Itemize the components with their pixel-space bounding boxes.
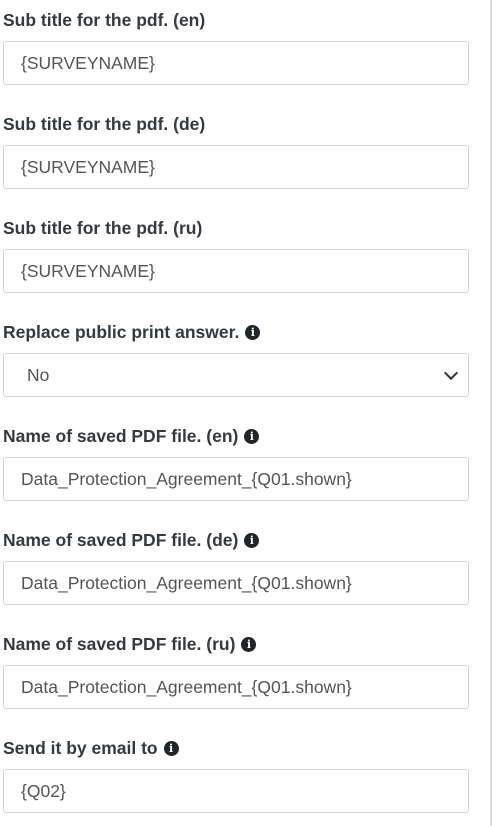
subtitle-ru-label: Sub title for the pdf. (ru) [3, 217, 470, 239]
info-icon[interactable] [244, 532, 260, 548]
info-icon[interactable] [241, 636, 257, 652]
subtitle-de-value: {SURVEYNAME} [21, 156, 155, 177]
subtitle-en-group: Sub title for the pdf. (en) {SURVEYNAME} [3, 9, 470, 85]
subtitle-en-label-text: Sub title for the pdf. (en) [3, 9, 206, 30]
pdf-name-en-label-text: Name of saved PDF file. (en) [3, 425, 239, 446]
pdf-name-de-value: Data_Protection_Agreement_{Q01.shown} [21, 572, 352, 593]
subtitle-ru-label-text: Sub title for the pdf. (ru) [3, 217, 203, 238]
replace-print-group: Replace public print answer. No [3, 321, 470, 397]
pdf-name-de-label-text: Name of saved PDF file. (de) [3, 529, 239, 550]
info-icon[interactable] [163, 740, 179, 756]
subtitle-en-label: Sub title for the pdf. (en) [3, 9, 470, 31]
subtitle-ru-group: Sub title for the pdf. (ru) {SURVEYNAME} [3, 217, 470, 293]
subtitle-de-label-text: Sub title for the pdf. (de) [3, 113, 206, 134]
subtitle-en-value: {SURVEYNAME} [21, 52, 155, 73]
email-to-input[interactable]: {Q02} [3, 769, 469, 813]
email-to-group: Send it by email to {Q02} [3, 737, 470, 813]
chevron-down-icon [443, 365, 459, 380]
replace-print-select[interactable]: No [3, 353, 469, 397]
pdf-name-de-label: Name of saved PDF file. (de) [3, 529, 470, 551]
info-icon[interactable] [245, 324, 261, 340]
subtitle-en-input[interactable]: {SURVEYNAME} [3, 41, 469, 85]
pdf-name-en-value: Data_Protection_Agreement_{Q01.shown} [21, 468, 352, 489]
replace-print-value: No [27, 364, 50, 385]
email-to-value: {Q02} [21, 780, 66, 801]
pdf-name-ru-input[interactable]: Data_Protection_Agreement_{Q01.shown} [3, 665, 469, 709]
pdf-name-ru-value: Data_Protection_Agreement_{Q01.shown} [21, 676, 352, 697]
pdf-name-de-input[interactable]: Data_Protection_Agreement_{Q01.shown} [3, 561, 469, 605]
pdf-name-en-input[interactable]: Data_Protection_Agreement_{Q01.shown} [3, 457, 469, 501]
pdf-name-ru-group: Name of saved PDF file. (ru) Data_Protec… [3, 633, 470, 709]
email-to-label: Send it by email to [3, 737, 470, 759]
replace-print-label-text: Replace public print answer. [3, 321, 240, 342]
replace-print-label: Replace public print answer. [3, 321, 470, 343]
subtitle-de-label: Sub title for the pdf. (de) [3, 113, 470, 135]
pdf-name-de-group: Name of saved PDF file. (de) Data_Protec… [3, 529, 470, 605]
pdf-name-ru-label: Name of saved PDF file. (ru) [3, 633, 470, 655]
pdf-name-en-label: Name of saved PDF file. (en) [3, 425, 470, 447]
pdf-name-en-group: Name of saved PDF file. (en) Data_Protec… [3, 425, 470, 501]
subtitle-de-input[interactable]: {SURVEYNAME} [3, 145, 469, 189]
pdf-name-ru-label-text: Name of saved PDF file. (ru) [3, 633, 236, 654]
subtitle-de-group: Sub title for the pdf. (de) {SURVEYNAME} [3, 113, 470, 189]
info-icon[interactable] [244, 428, 260, 444]
email-to-label-text: Send it by email to [3, 737, 158, 758]
subtitle-ru-value: {SURVEYNAME} [21, 260, 155, 281]
subtitle-ru-input[interactable]: {SURVEYNAME} [3, 249, 469, 293]
